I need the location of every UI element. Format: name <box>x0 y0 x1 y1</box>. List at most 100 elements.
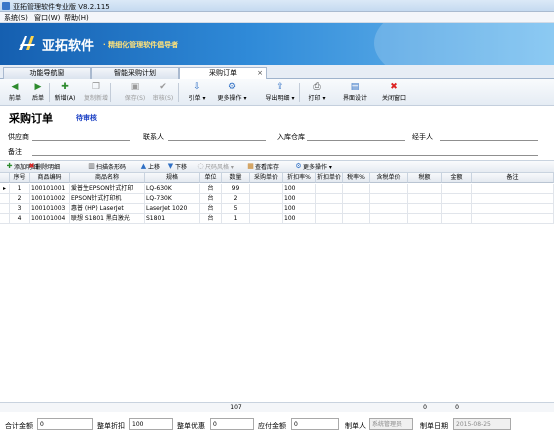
table-cell[interactable]: 99 <box>222 184 250 194</box>
next-button[interactable]: ▶ 后单 <box>27 81 49 104</box>
table-cell[interactable]: 100 <box>283 214 316 224</box>
table-cell[interactable] <box>250 214 283 224</box>
table-row[interactable]: ▸ 1 100101001 爱普生EPSON针式打印 LQ-630K 台 99 100 <box>0 184 554 194</box>
import-button[interactable]: ⇩ 引单 ▾ <box>184 81 210 104</box>
menu-system[interactable]: 系统(S) <box>4 13 28 23</box>
table-cell[interactable] <box>250 204 283 214</box>
column-header[interactable]: 金额 <box>442 173 472 183</box>
table-cell[interactable]: LQ-730K <box>145 194 200 204</box>
column-header[interactable]: 税额 <box>408 173 442 183</box>
table-cell[interactable]: 2 <box>222 194 250 204</box>
column-header[interactable]: 序号 <box>10 173 30 183</box>
column-header[interactable]: 含税单价 <box>370 173 408 183</box>
scan-barcode-button[interactable]: ▥扫描条形码 <box>88 163 126 172</box>
table-cell[interactable] <box>316 214 343 224</box>
table-cell[interactable] <box>343 204 370 214</box>
table-cell[interactable] <box>408 214 442 224</box>
table-cell[interactable] <box>472 214 554 224</box>
table-cell[interactable]: LaserJet 1020 <box>145 204 200 214</box>
table-cell[interactable] <box>408 204 442 214</box>
export-button[interactable]: ⇪ 导出明细 ▾ <box>263 81 297 104</box>
size-style-button[interactable]: ◌尺码风格 ▾ <box>197 163 233 172</box>
table-cell[interactable] <box>343 194 370 204</box>
total-amount-field[interactable]: 0 <box>37 418 93 430</box>
discount-field[interactable]: 100 <box>129 418 173 430</box>
table-cell[interactable] <box>316 184 343 194</box>
table-cell[interactable]: S1801 <box>145 214 200 224</box>
table-cell[interactable] <box>343 214 370 224</box>
column-header[interactable]: 备注 <box>472 173 554 183</box>
prev-button[interactable]: ◀ 前单 <box>4 81 26 104</box>
table-cell[interactable] <box>442 204 472 214</box>
column-header[interactable]: 商品名称 <box>70 173 145 183</box>
table-cell[interactable]: 1 <box>10 184 30 194</box>
table-cell[interactable] <box>370 204 408 214</box>
table-cell[interactable]: 3 <box>10 204 30 214</box>
copy-new-button[interactable]: ❐ 复制新增 <box>80 81 112 104</box>
table-cell[interactable] <box>408 184 442 194</box>
design-button[interactable]: ▤ 界面设计 <box>339 81 371 104</box>
table-cell[interactable]: 台 <box>200 204 222 214</box>
offer-field[interactable]: 0 <box>210 418 254 430</box>
table-cell[interactable] <box>343 184 370 194</box>
table-cell[interactable] <box>370 214 408 224</box>
table-cell[interactable] <box>472 204 554 214</box>
table-cell[interactable]: 5 <box>222 204 250 214</box>
table-cell[interactable]: 2 <box>10 194 30 204</box>
contact-field[interactable] <box>168 140 266 141</box>
table-cell[interactable]: 惠普 (HP) LaserJet <box>70 204 145 214</box>
supplier-field[interactable] <box>32 140 130 141</box>
handler-field[interactable] <box>440 140 538 141</box>
table-cell[interactable] <box>316 204 343 214</box>
view-stock-button[interactable]: ▦查看库存 <box>247 163 279 172</box>
payable-field[interactable]: 0 <box>291 418 339 430</box>
column-header[interactable]: 数量 <box>222 173 250 183</box>
column-header[interactable]: 单位 <box>200 173 222 183</box>
table-cell[interactable] <box>370 194 408 204</box>
table-cell[interactable] <box>472 194 554 204</box>
table-cell[interactable] <box>408 194 442 204</box>
audit-button[interactable]: ✔ 审核(S) <box>150 81 176 104</box>
table-cell[interactable]: 台 <box>200 214 222 224</box>
warehouse-field[interactable] <box>307 140 405 141</box>
table-cell[interactable]: EPSON针式打印机 <box>70 194 145 204</box>
move-up-button[interactable]: ▲ 上移 <box>140 163 160 172</box>
table-cell[interactable]: LQ-630K <box>145 184 200 194</box>
column-header[interactable]: 规格 <box>145 173 200 183</box>
column-header[interactable]: 采购单价 <box>250 173 283 183</box>
table-cell[interactable] <box>250 194 283 204</box>
table-cell[interactable]: 100 <box>283 204 316 214</box>
table-cell[interactable]: 台 <box>200 194 222 204</box>
print-button[interactable]: ⎙ 打印 ▾ <box>304 81 330 104</box>
table-cell[interactable]: 4 <box>10 214 30 224</box>
table-cell[interactable]: 100 <box>283 194 316 204</box>
table-cell[interactable]: 100101004 <box>30 214 70 224</box>
table-cell[interactable] <box>370 184 408 194</box>
table-row[interactable]: 3 100101003 惠普 (HP) LaserJet LaserJet 1020 台… <box>0 204 554 214</box>
close-window-button[interactable]: ✖ 关闭窗口 <box>377 81 411 104</box>
column-header[interactable]: 税率% <box>343 173 370 183</box>
remark-field[interactable] <box>32 155 538 156</box>
table-row[interactable]: 4 100101004 联想 S1801 黑白激光 S1801 台 1 100 <box>0 214 554 224</box>
table-cell[interactable] <box>316 194 343 204</box>
table-cell[interactable]: 1 <box>222 214 250 224</box>
table-cell[interactable] <box>472 184 554 194</box>
table-cell[interactable]: 爱普生EPSON针式打印 <box>70 184 145 194</box>
table-cell[interactable]: 100101001 <box>30 184 70 194</box>
save-button[interactable]: ▣ 保存(S) <box>122 81 148 104</box>
column-header[interactable]: 商品编码 <box>30 173 70 183</box>
table-cell[interactable]: 100101003 <box>30 204 70 214</box>
tab-nav-window[interactable]: 功能导航窗 <box>3 67 91 79</box>
table-cell[interactable]: 100101002 <box>30 194 70 204</box>
move-down-button[interactable]: ▼ 下移 <box>167 163 187 172</box>
table-cell[interactable] <box>442 214 472 224</box>
column-header[interactable]: 折扣率% <box>283 173 316 183</box>
table-cell[interactable]: 联想 S1801 黑白激光 <box>70 214 145 224</box>
tab-smart-purchase-plan[interactable]: 智能采购计划 <box>91 67 179 79</box>
new-button[interactable]: ✚ 新增(A) <box>52 81 78 104</box>
table-cell[interactable]: 100 <box>283 184 316 194</box>
menu-help[interactable]: 帮助(H) <box>64 13 89 23</box>
grid-more-ops-button[interactable]: ⚙更多操作 ▾ <box>295 163 332 172</box>
table-row[interactable]: 2 100101002 EPSON针式打印机 LQ-730K 台 2 100 <box>0 194 554 204</box>
table-cell[interactable] <box>442 184 472 194</box>
